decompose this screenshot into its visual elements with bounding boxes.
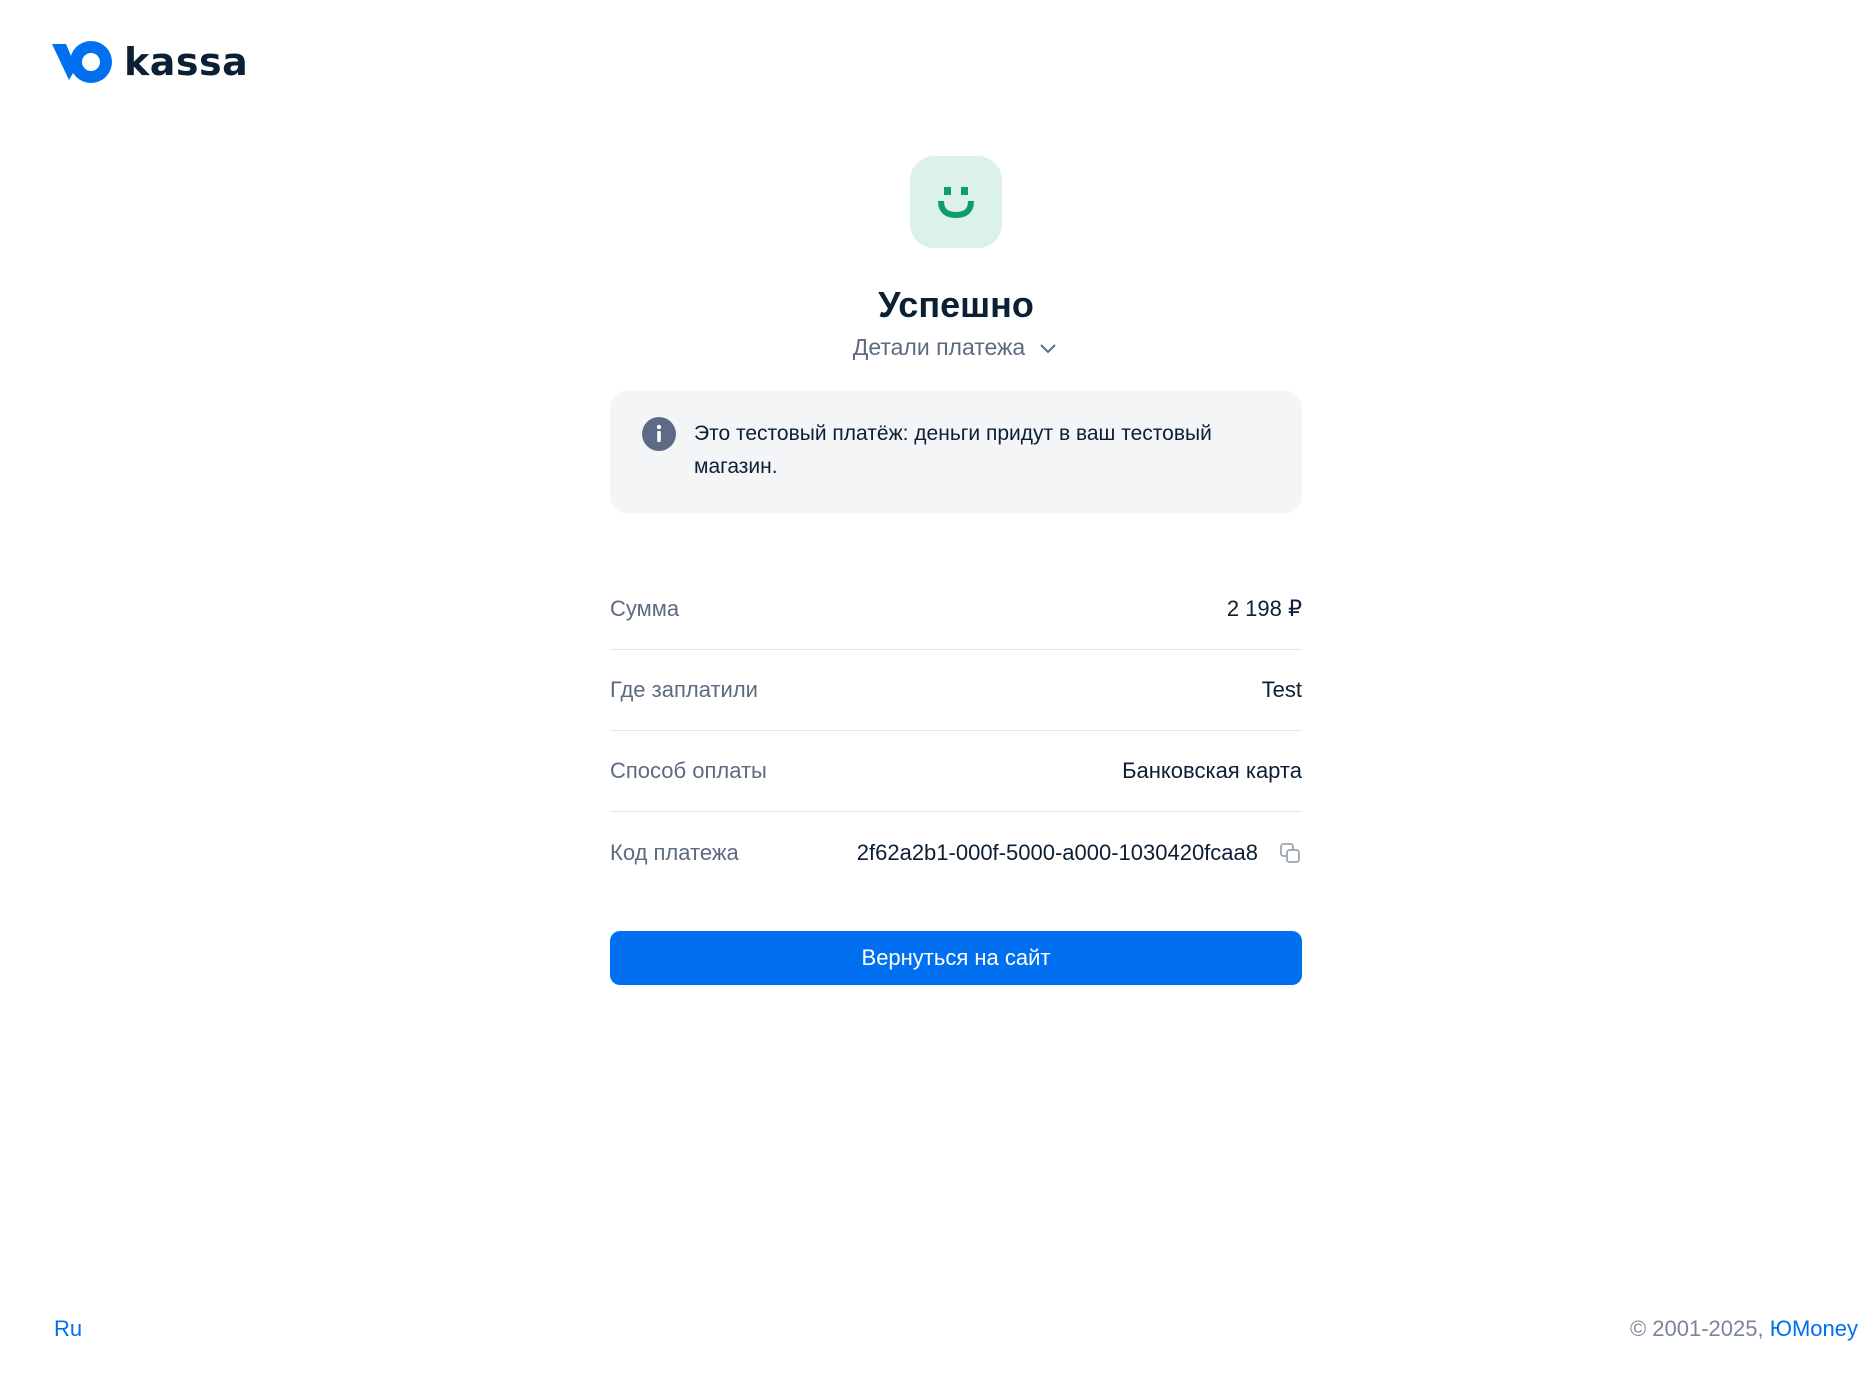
copyright-text: © 2001-2025, <box>1629 1316 1770 1341</box>
payment-details-toggle[interactable]: Детали платежа <box>610 334 1302 361</box>
amount-value: 2 198 ₽ <box>1226 596 1302 621</box>
language-switcher[interactable]: Ru <box>54 1316 82 1342</box>
payment-success-page: kassa Успешно Детали платежа Это тестовы… <box>0 0 1876 1394</box>
copy-icon[interactable] <box>1278 841 1302 865</box>
yookassa-logo-icon <box>52 41 112 83</box>
merchant-value: Test <box>1261 677 1302 702</box>
payment-id-value: 2f62a2b1-000f-5000-a000-1030420fcaa8 <box>856 839 1258 865</box>
detail-row-payment-id: Код платежа 2f62a2b1-000f-5000-a000-1030… <box>610 812 1302 893</box>
copyright: © 2001-2025, ЮMoney <box>1630 1316 1858 1342</box>
logo-text: kassa <box>124 40 249 84</box>
smile-icon <box>910 156 1002 248</box>
merchant-label: Где заплатили <box>610 677 758 702</box>
info-icon <box>642 417 676 451</box>
status-title: Успешно <box>878 284 1034 325</box>
chevron-down-icon <box>1040 343 1056 353</box>
payment-details-list: Сумма 2 198 ₽ Где заплатили Test Способ … <box>610 569 1302 893</box>
test-payment-notice: Это тестовый платёж: деньги придут в ваш… <box>610 391 1302 513</box>
detail-row-amount: Сумма 2 198 ₽ <box>610 569 1302 650</box>
payment-method-value: Банковская карта <box>1122 758 1302 783</box>
detail-row-payment-method: Способ оплаты Банковская карта <box>610 731 1302 812</box>
payment-id-value-wrap: 2f62a2b1-000f-5000-a000-1030420fcaa8 <box>857 840 1302 866</box>
notice-text: Это тестовый платёж: деньги придут в ваш… <box>694 422 1212 478</box>
return-to-site-button[interactable]: Вернуться на сайт <box>610 931 1302 985</box>
payment-method-label: Способ оплаты <box>610 758 767 783</box>
payment-result-panel: Успешно Детали платежа Это тестовый плат… <box>610 156 1302 985</box>
kassa-logo[interactable]: kassa <box>52 38 248 86</box>
payment-id-label: Код платежа <box>610 839 739 865</box>
yoomoney-link[interactable]: ЮMoney <box>1770 1316 1858 1341</box>
amount-label: Сумма <box>610 596 680 621</box>
detail-row-merchant: Где заплатили Test <box>610 650 1302 731</box>
details-toggle-label: Детали платежа <box>852 334 1026 360</box>
